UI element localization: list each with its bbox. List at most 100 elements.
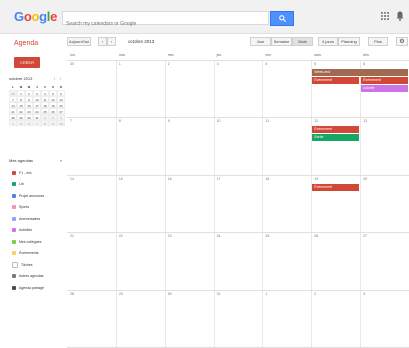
today-button[interactable]: Aujourd'hui <box>67 37 91 46</box>
calendar-color-swatch[interactable] <box>12 239 16 244</box>
grid-icon[interactable] <box>381 12 391 22</box>
calendar-item[interactable]: Tâches <box>12 261 32 268</box>
mini-day[interactable]: 7 <box>33 120 41 126</box>
calendar-item[interactable]: Autres agendas <box>12 273 44 280</box>
grid-row-divider <box>67 174 409 176</box>
day-number[interactable]: 10 <box>217 119 221 123</box>
create-button[interactable]: CRÉER <box>14 57 40 68</box>
more-button[interactable]: Plus <box>368 37 388 46</box>
calendar-item[interactable]: F1 - mix <box>12 169 32 176</box>
google-logo[interactable]: Google <box>14 9 57 24</box>
mini-day[interactable]: 9 <box>49 120 57 126</box>
mini-day[interactable]: 10 <box>57 120 65 126</box>
calendar-item[interactable]: Projet annonces <box>12 192 44 199</box>
day-number[interactable]: 15 <box>119 177 123 181</box>
day-number[interactable]: 21 <box>70 234 74 238</box>
mini-day[interactable]: 8 <box>41 120 49 126</box>
gear-icon[interactable]: ⚙ <box>396 37 408 46</box>
calendar-item[interactable]: Sports <box>12 204 29 211</box>
day-number[interactable]: 23 <box>168 234 172 238</box>
view-4days-button[interactable]: 4 jours <box>318 37 338 46</box>
day-number[interactable]: 16 <box>168 177 172 181</box>
my-calendars-heading[interactable]: Mes agendas <box>9 158 33 163</box>
calendar-event[interactable]: Événement <box>361 77 408 84</box>
day-number[interactable]: 17 <box>217 177 221 181</box>
calendar-event[interactable]: Événement <box>312 183 360 191</box>
day-number[interactable]: 18 <box>265 177 269 181</box>
calendar-color-swatch[interactable] <box>12 193 16 198</box>
calendar-label: Autres agendas <box>19 274 44 278</box>
day-number[interactable]: 27 <box>363 234 367 238</box>
calendar-color-swatch[interactable] <box>12 274 16 278</box>
calendar-color-swatch[interactable] <box>12 205 16 209</box>
day-number[interactable]: 24 <box>217 234 221 238</box>
view-agenda-button[interactable]: Planning <box>338 37 360 46</box>
day-number[interactable]: 8 <box>119 119 121 123</box>
calendar-label: Lib <box>19 182 24 186</box>
calendar-event[interactable]: Activité <box>361 85 408 92</box>
calendar-item[interactable]: Événements <box>12 250 38 257</box>
day-number[interactable]: 31 <box>217 292 221 296</box>
logo-letter: o <box>23 9 32 24</box>
day-number[interactable]: 14 <box>70 177 74 181</box>
bell-icon[interactable] <box>396 11 406 23</box>
mini-day[interactable]: 4 <box>9 120 17 126</box>
day-number[interactable]: 20 <box>363 177 367 181</box>
calendar-color-swatch[interactable] <box>12 170 16 175</box>
calendar-event[interactable]: Week-end <box>312 69 408 76</box>
day-number[interactable]: 2 <box>314 292 316 296</box>
calendar-color-swatch[interactable] <box>12 261 18 268</box>
day-number[interactable]: 28 <box>70 292 74 296</box>
calendar-color-swatch[interactable] <box>12 251 16 255</box>
mini-day[interactable]: 6 <box>25 120 33 126</box>
mini-prev-icon[interactable]: ‹ <box>54 76 55 81</box>
view-day-button[interactable]: Jour <box>250 37 271 46</box>
search-input[interactable] <box>63 18 268 30</box>
day-number[interactable]: 30 <box>70 62 74 66</box>
calendar-color-swatch[interactable] <box>12 285 16 290</box>
day-number[interactable]: 1 <box>265 292 267 296</box>
day-number[interactable]: 11 <box>265 119 269 123</box>
day-number[interactable]: 19 <box>314 177 318 181</box>
day-number[interactable]: 12 <box>314 119 318 123</box>
day-number[interactable]: 30 <box>168 292 172 296</box>
day-number[interactable]: 4 <box>265 62 267 66</box>
logo-letter: o <box>31 9 40 24</box>
day-number[interactable]: 25 <box>265 234 269 238</box>
prev-button[interactable]: ‹ <box>98 37 107 46</box>
mini-next-icon[interactable]: › <box>60 76 61 81</box>
day-number[interactable]: 3 <box>363 292 365 296</box>
calendar-item[interactable]: Agenda partagé <box>12 284 44 291</box>
calendar-item[interactable]: Mes collègues <box>12 238 41 245</box>
chevron-down-icon[interactable]: ▾ <box>60 158 62 163</box>
mini-day[interactable]: 5 <box>17 120 25 126</box>
calendar-label: Sports <box>19 205 30 209</box>
calendar-color-swatch[interactable] <box>12 182 16 186</box>
day-number[interactable]: 29 <box>119 292 123 296</box>
day-number[interactable]: 5 <box>314 62 316 66</box>
view-month-button[interactable]: Mois <box>292 37 313 46</box>
calendar-item[interactable]: Anniversaires <box>12 215 40 222</box>
calendar-item[interactable]: Activités <box>12 227 32 234</box>
search-button[interactable] <box>270 11 294 26</box>
grid-column-divider <box>311 60 313 347</box>
next-button[interactable]: › <box>107 37 116 46</box>
search-box[interactable] <box>62 11 269 30</box>
calendar-color-swatch[interactable] <box>12 228 16 232</box>
calendar-event[interactable]: Sortie <box>312 134 360 142</box>
day-number[interactable]: 22 <box>119 234 123 238</box>
day-number[interactable]: 3 <box>217 62 219 66</box>
calendar-event[interactable]: Événement <box>312 77 360 84</box>
calendar-event[interactable]: Événement <box>312 126 360 134</box>
calendar-item[interactable]: Lib <box>12 181 24 188</box>
day-number[interactable]: 1 <box>119 62 121 66</box>
day-number[interactable]: 13 <box>363 119 367 123</box>
calendar-label: Événements <box>19 251 39 255</box>
calendar-color-swatch[interactable] <box>12 216 16 221</box>
day-number[interactable]: 2 <box>168 62 170 66</box>
day-number[interactable]: 6 <box>363 62 365 66</box>
view-week-button[interactable]: Semaine <box>271 37 292 46</box>
day-number[interactable]: 26 <box>314 234 318 238</box>
day-number[interactable]: 9 <box>168 119 170 123</box>
day-number[interactable]: 7 <box>70 119 72 123</box>
